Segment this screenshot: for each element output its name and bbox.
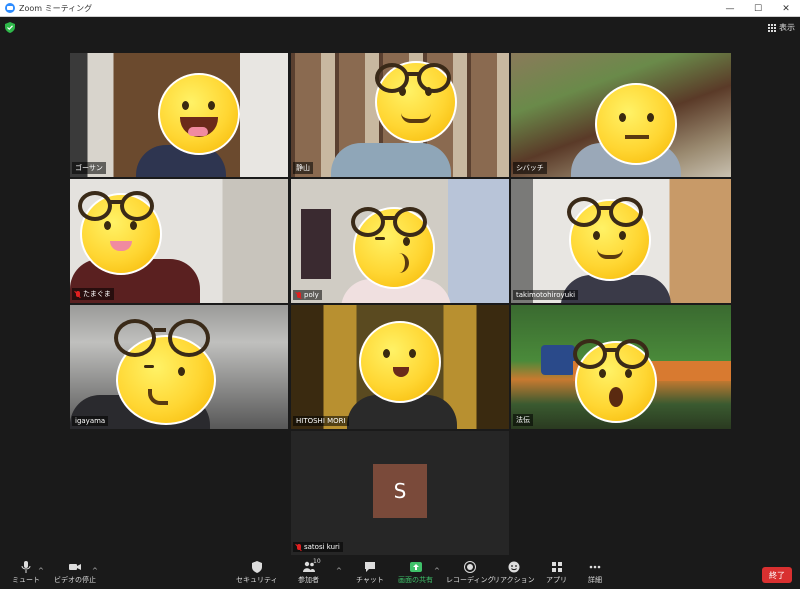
participant-avatar: S: [373, 464, 427, 518]
video-tile[interactable]: 法伝: [511, 305, 731, 429]
participant-name-tag: 静山: [293, 162, 313, 174]
video-tile[interactable]: S satosi kuri: [291, 431, 509, 555]
record-label: レコーディング: [446, 576, 495, 584]
participants-button[interactable]: 10 参加者: [298, 558, 321, 585]
security-shield-icon: [251, 561, 262, 573]
window-title: Zoom ミーティング: [19, 3, 93, 13]
view-button[interactable]: 表示: [768, 22, 795, 33]
mute-button[interactable]: ミュート: [12, 561, 40, 585]
participant-name-tag: シバッチ: [513, 162, 547, 174]
video-tile[interactable]: たまぐま: [70, 179, 288, 303]
meeting-toolbar: ミュート ^ ビデオの停止 ^ セキュリティ 10 参加者 ^ チャット 画面の…: [0, 558, 800, 589]
zoom-logo-icon: [5, 3, 15, 13]
smiley-icon: [508, 561, 520, 573]
chat-label: チャット: [356, 576, 384, 584]
participant-name-tag: satosi kuri: [293, 542, 343, 552]
glasses-icon: [567, 197, 647, 227]
window-controls: — ☐ ✕: [716, 0, 800, 17]
security-button[interactable]: セキュリティ: [236, 561, 278, 585]
security-label: セキュリティ: [236, 576, 278, 584]
video-tile[interactable]: igayama: [70, 305, 288, 429]
apps-icon: [551, 562, 562, 572]
muted-mic-icon: [296, 543, 302, 551]
muted-mic-icon: [296, 291, 302, 299]
video-tile[interactable]: 静山: [291, 53, 509, 177]
window-titlebar: Zoom ミーティング — ☐ ✕: [0, 0, 800, 17]
participant-name-tag: takimotohiroyuki: [513, 290, 579, 300]
emoji-face-icon: [158, 73, 240, 155]
end-meeting-button[interactable]: 終了: [762, 567, 792, 583]
chat-button[interactable]: チャット: [356, 561, 384, 585]
participant-name-tag: poly: [293, 290, 322, 300]
glasses-icon: [573, 339, 653, 369]
encryption-shield-icon[interactable]: [5, 22, 15, 33]
glasses-icon: [114, 319, 214, 357]
muted-mic-icon: [75, 290, 81, 298]
participants-count: 10: [313, 558, 321, 565]
emoji-face-icon: [359, 321, 441, 403]
share-screen-label: 画面の共有: [398, 576, 433, 584]
minimize-button[interactable]: —: [716, 0, 744, 17]
more-label: 詳細: [588, 576, 602, 584]
video-camera-icon: [69, 564, 81, 570]
apps-button[interactable]: アプリ: [546, 561, 567, 585]
participant-name-tag: igayama: [72, 416, 109, 426]
share-screen-button[interactable]: 画面の共有: [398, 561, 433, 585]
video-tile[interactable]: ゴーサン: [70, 53, 288, 177]
meeting-topbar: 表示: [0, 17, 800, 39]
share-screen-icon: [409, 562, 422, 572]
participant-name-tag: ゴーサン: [72, 162, 106, 174]
stop-video-label: ビデオの停止: [54, 576, 96, 584]
video-tile-active-speaker[interactable]: シバッチ: [511, 53, 731, 177]
mute-label: ミュート: [12, 576, 40, 584]
gallery-grid-icon: [768, 23, 776, 32]
reactions-button[interactable]: リアクション: [493, 561, 535, 585]
mute-options-caret-icon[interactable]: ^: [38, 567, 44, 575]
glasses-icon: [375, 63, 455, 93]
microphone-icon: [21, 561, 31, 573]
video-tile[interactable]: takimotohiroyuki: [511, 179, 731, 303]
view-label: 表示: [779, 23, 795, 32]
participant-name-tag: 法伝: [513, 414, 533, 426]
participant-name-tag: たまぐま: [72, 288, 114, 300]
video-tile[interactable]: HITOSHI MORI: [291, 305, 509, 429]
glasses-icon: [78, 191, 158, 221]
video-tile[interactable]: poly: [291, 179, 509, 303]
participants-options-caret-icon[interactable]: ^: [336, 567, 342, 575]
more-dots-icon: [589, 565, 601, 569]
close-button[interactable]: ✕: [772, 0, 800, 17]
participants-label: 参加者: [298, 576, 319, 584]
record-button[interactable]: レコーディング: [446, 561, 495, 585]
share-options-caret-icon[interactable]: ^: [434, 567, 440, 575]
chat-bubble-icon: [364, 562, 375, 572]
more-button[interactable]: 詳細: [588, 561, 602, 585]
emoji-face-icon: [595, 83, 677, 165]
record-icon: [464, 561, 477, 573]
video-options-caret-icon[interactable]: ^: [92, 567, 98, 575]
participant-name-tag: HITOSHI MORI: [293, 416, 349, 426]
apps-label: アプリ: [546, 576, 567, 584]
stop-video-button[interactable]: ビデオの停止: [54, 561, 96, 585]
maximize-button[interactable]: ☐: [744, 0, 772, 17]
reactions-label: リアクション: [493, 576, 535, 584]
glasses-icon: [351, 207, 431, 237]
